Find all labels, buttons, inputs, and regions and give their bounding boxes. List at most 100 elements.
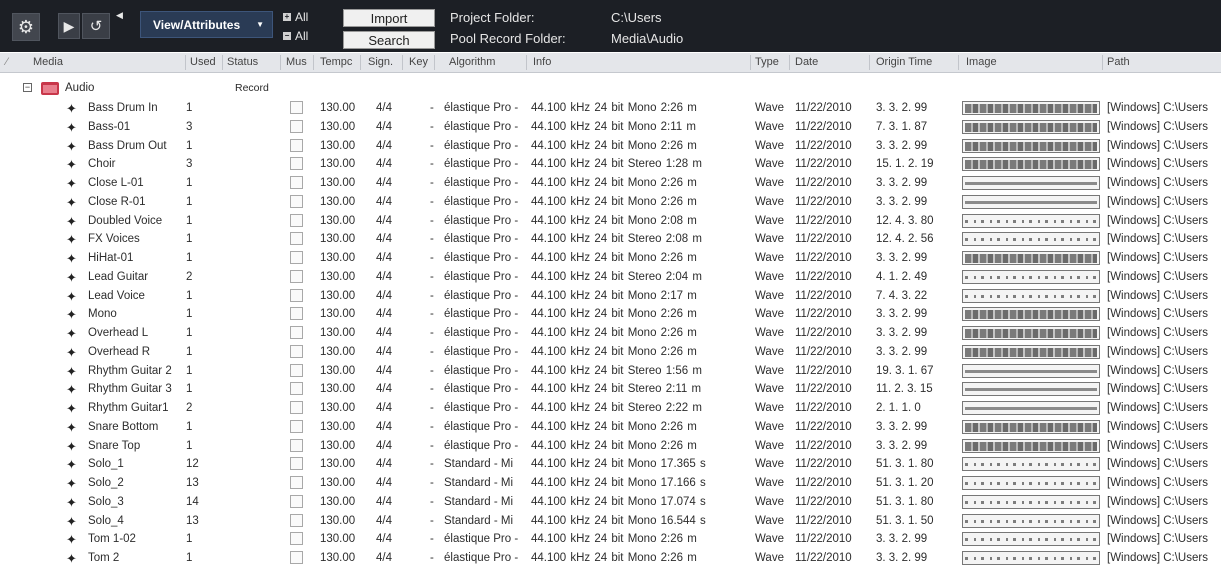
clip-algorithm[interactable]: élastique Pro - <box>444 327 518 339</box>
expand-all-button[interactable]: + All <box>283 10 308 24</box>
clip-algorithm[interactable]: élastique Pro - <box>444 402 518 414</box>
musical-mode-checkbox[interactable] <box>290 232 303 246</box>
clip-signature: 4/4 <box>376 533 392 546</box>
column-signature[interactable]: Sign. <box>368 56 393 68</box>
column-algorithm[interactable]: Algorithm <box>449 56 495 68</box>
table-row[interactable]: ✦ Snare Top 1 130.00 4/4 - élastique Pro - 44.1… <box>0 438 1221 456</box>
column-path[interactable]: Path <box>1107 56 1130 68</box>
table-row[interactable]: ✦ Tom 2 1 130.00 4/4- élastique Pro -44.100 k… <box>0 550 1221 568</box>
musical-mode-checkbox[interactable] <box>290 344 303 358</box>
clip-algorithm[interactable]: élastique Pro - <box>444 308 518 320</box>
table-row[interactable]: ✦ Bass Drum Out 1 130.00 4/4 - élastique Pro -… <box>0 138 1221 156</box>
table-row[interactable]: ✦ Lead Voice 1 130.00 4/4 - élastique Pro - 44.… <box>0 288 1221 306</box>
table-row[interactable]: ✦ Overhead R 1 130.00 4/4 - élastique Pro - 44.… <box>0 344 1221 362</box>
column-tempo[interactable]: Tempc <box>320 56 352 68</box>
column-used[interactable]: Used <box>190 56 216 68</box>
musical-mode-checkbox[interactable] <box>290 513 303 527</box>
table-row[interactable]: ✦ Solo_2 13 130.00 4/4 - Standard - Mi 44.100 k… <box>0 475 1221 493</box>
column-image[interactable]: Image <box>966 56 997 68</box>
clip-algorithm[interactable]: élastique Pro - <box>444 140 518 152</box>
clip-algorithm[interactable]: élastique Pro - <box>444 440 518 452</box>
musical-mode-checkbox[interactable] <box>290 269 303 283</box>
table-row[interactable]: ✦ Snare Bottom 1 130.00 4/4 - élastique Pro - 4… <box>0 419 1221 437</box>
column-date[interactable]: Date <box>795 56 818 68</box>
musical-mode-checkbox[interactable] <box>290 476 303 489</box>
musical-mode-checkbox[interactable] <box>290 119 303 133</box>
clip-algorithm[interactable]: Standard - Mi <box>444 515 513 527</box>
column-musical-mode[interactable]: Mus <box>286 56 307 68</box>
clip-algorithm[interactable]: élastique Pro - <box>444 552 518 564</box>
import-button[interactable]: Import <box>343 9 435 27</box>
musical-mode-checkbox[interactable] <box>290 494 303 508</box>
musical-mode-checkbox[interactable] <box>290 382 303 396</box>
musical-mode-checkbox[interactable] <box>290 551 303 564</box>
clip-algorithm[interactable]: élastique Pro - <box>444 158 518 170</box>
settings-button[interactable]: ⚙ <box>12 13 40 41</box>
musical-mode-checkbox[interactable] <box>290 532 303 546</box>
table-row[interactable]: ✦ Solo_1 12 130.00 4/4 - Standard - Mi 44.100 k… <box>0 456 1221 474</box>
table-row[interactable]: ✦ Rhythm Guitar1 2 130.00 4/4 - élastique Pro … <box>0 400 1221 418</box>
clip-algorithm[interactable]: Standard - Mi <box>444 477 513 489</box>
table-row[interactable]: ✦ HiHat-01 1 130.00 4/4 - élastique Pro - 44.10… <box>0 250 1221 268</box>
clip-algorithm[interactable]: élastique Pro - <box>444 346 518 358</box>
table-row[interactable]: ✦ Rhythm Guitar 3 1 130.00 4/4 - élastique Pro… <box>0 381 1221 399</box>
table-row[interactable]: ✦ Mono 1 130.00 4/4 - élastique Pro - 44.100 kH… <box>0 306 1221 324</box>
musical-mode-checkbox[interactable] <box>290 194 303 208</box>
musical-mode-checkbox[interactable] <box>290 157 303 171</box>
musical-mode-checkbox[interactable] <box>290 101 303 114</box>
folder-row-audio[interactable]: − Audio Record <box>0 80 1221 98</box>
view-attributes-dropdown[interactable]: View/Attributes ▼ <box>140 11 273 38</box>
clip-algorithm[interactable]: élastique Pro - <box>444 177 518 189</box>
musical-mode-checkbox[interactable] <box>290 457 303 471</box>
collapse-all-button[interactable]: − All <box>283 29 308 43</box>
musical-mode-checkbox[interactable] <box>290 401 303 414</box>
clip-algorithm[interactable]: Standard - Mi <box>444 458 513 470</box>
table-row[interactable]: ✦ FX Voices 1 130.00 4/4 - élastique Pro - 44.1… <box>0 231 1221 249</box>
table-row[interactable]: ✦ Bass-01 3 130.00 4/4 - élastique Pro - 44.100… <box>0 119 1221 137</box>
clip-algorithm[interactable]: élastique Pro - <box>444 421 518 433</box>
musical-mode-checkbox[interactable] <box>290 176 303 189</box>
loop-button[interactable]: ↺ <box>82 13 110 39</box>
table-row[interactable]: ✦ Close L-01 1 130.00 4/4 - élastique Pro - 44.… <box>0 175 1221 193</box>
column-info[interactable]: Info <box>533 56 551 68</box>
clip-algorithm[interactable]: élastique Pro - <box>444 233 518 245</box>
collapse-folder-icon[interactable]: − <box>23 83 32 92</box>
clip-algorithm[interactable]: élastique Pro - <box>444 102 518 114</box>
table-row[interactable]: ✦ Tom 1-02 1 130.00 4/4 - élastique Pro - 44.10… <box>0 531 1221 549</box>
musical-mode-checkbox[interactable] <box>290 307 303 321</box>
search-button[interactable]: Search <box>343 31 435 49</box>
column-type[interactable]: Type <box>755 56 779 68</box>
musical-mode-checkbox[interactable] <box>290 251 303 264</box>
column-status[interactable]: Status <box>227 56 258 68</box>
table-row[interactable]: ✦ Solo_3 14 130.00 4/4 - Standard - Mi 44.100 k… <box>0 494 1221 512</box>
table-row[interactable]: ✦ Close R-01 1 130.00 4/4 - élastique Pro - 44.… <box>0 194 1221 212</box>
clip-algorithm[interactable]: élastique Pro - <box>444 215 518 227</box>
clip-algorithm[interactable]: élastique Pro - <box>444 252 518 264</box>
musical-mode-checkbox[interactable] <box>290 138 303 152</box>
clip-algorithm[interactable]: élastique Pro - <box>444 533 518 545</box>
musical-mode-checkbox[interactable] <box>290 419 303 433</box>
table-row[interactable]: ✦ Doubled Voice 1 130.00 4/4 - élastique Pro -… <box>0 213 1221 231</box>
column-key[interactable]: Key <box>409 56 428 68</box>
musical-mode-checkbox[interactable] <box>290 213 303 227</box>
clip-algorithm[interactable]: élastique Pro - <box>444 383 518 395</box>
clip-algorithm[interactable]: élastique Pro - <box>444 365 518 377</box>
table-row[interactable]: ✦ Rhythm Guitar 2 1 130.00 4/4 - élastique Pro… <box>0 363 1221 381</box>
musical-mode-checkbox[interactable] <box>290 438 303 452</box>
table-row[interactable]: ✦ Overhead L 1 130.00 4/4 - élastique Pro - 44.… <box>0 325 1221 343</box>
musical-mode-checkbox[interactable] <box>290 288 303 302</box>
play-button[interactable]: ▶ <box>58 13 80 39</box>
musical-mode-checkbox[interactable] <box>290 363 303 377</box>
table-row[interactable]: ✦ Solo_4 13 130.00 4/4 - Standard - Mi 44.100 k… <box>0 513 1221 531</box>
clip-algorithm[interactable]: élastique Pro - <box>444 121 518 133</box>
clip-algorithm[interactable]: élastique Pro - <box>444 271 518 283</box>
table-row[interactable]: ✦ Bass Drum In 1 130.00 4/4 - élastique Pro - 4… <box>0 100 1221 118</box>
clip-algorithm[interactable]: Standard - Mi <box>444 496 513 508</box>
table-row[interactable]: ✦ Lead Guitar 2 130.00 4/4 - élastique Pro - 44… <box>0 269 1221 287</box>
column-media[interactable]: Media <box>33 56 63 68</box>
musical-mode-checkbox[interactable] <box>290 326 303 339</box>
column-origin-time[interactable]: Origin Time <box>876 56 932 68</box>
clip-algorithm[interactable]: élastique Pro - <box>444 196 518 208</box>
table-row[interactable]: ✦ Choir 3 130.00 4/4 - élastique Pro - 44.100 k… <box>0 156 1221 174</box>
clip-algorithm[interactable]: élastique Pro - <box>444 290 518 302</box>
